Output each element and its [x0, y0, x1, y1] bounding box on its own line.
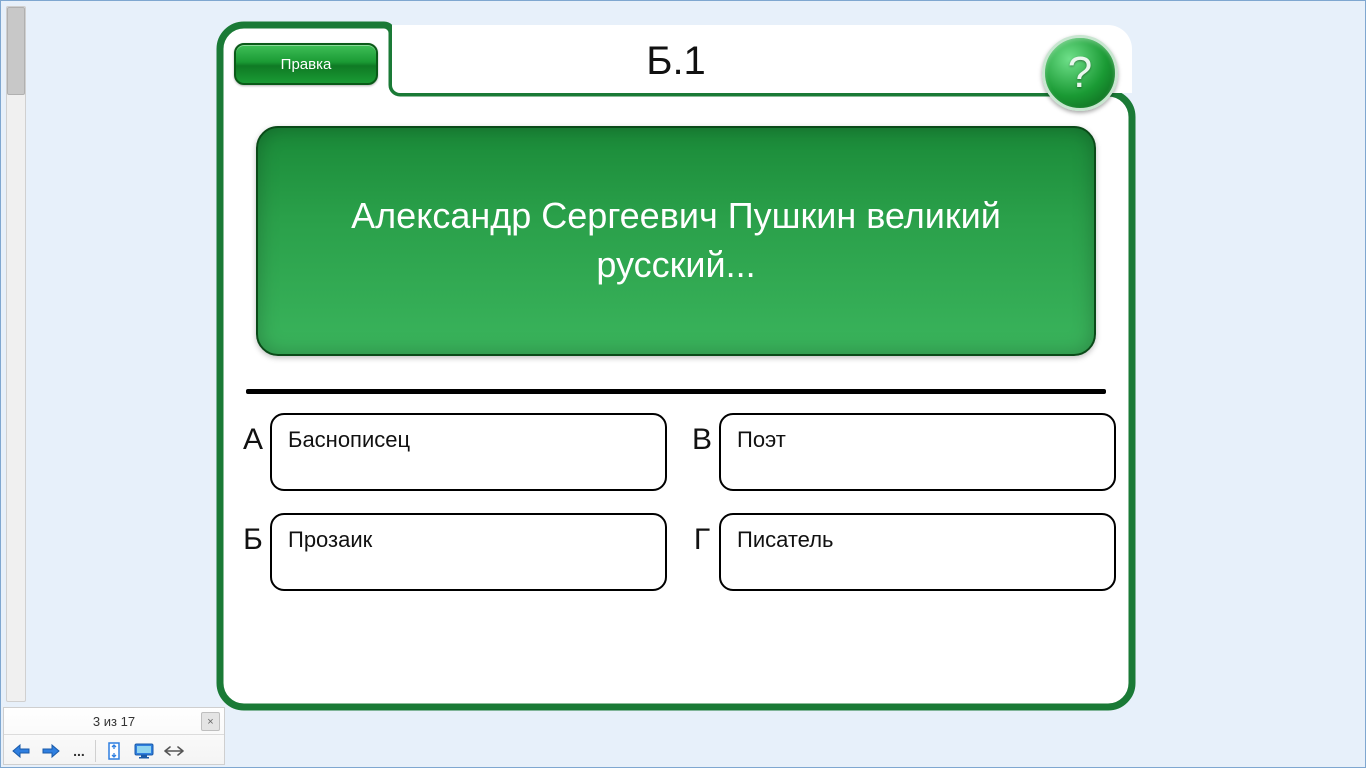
answer-b: Б Прозаик — [236, 513, 667, 591]
answer-text: Прозаик — [288, 527, 372, 552]
close-icon: × — [207, 716, 213, 728]
answer-text: Баснописец — [288, 427, 410, 452]
answer-text: Писатель — [737, 527, 834, 552]
answers-grid: А Баснописец В Поэт Б Прозаик Г — [236, 413, 1116, 613]
answer-a: А Баснописец — [236, 413, 667, 491]
answer-g: Г Писатель — [685, 513, 1116, 591]
question-text: Александр Сергеевич Пушкин великий русск… — [278, 192, 1074, 289]
prev-slide-button[interactable] — [7, 738, 35, 764]
answer-option[interactable]: Прозаик — [270, 513, 667, 591]
toolbar-header: 3 из 17 × — [4, 708, 224, 735]
arrow-left-icon — [11, 743, 31, 759]
toolbar-buttons: ... — [4, 735, 224, 766]
fit-width-button[interactable] — [160, 738, 188, 764]
answer-letter: А — [236, 413, 270, 457]
divider — [246, 389, 1106, 394]
fit-width-icon — [164, 745, 184, 757]
arrow-right-icon — [41, 743, 61, 759]
slide: Правка Б.1 ? Александр Сергеевич Пушкин … — [216, 21, 1136, 711]
scrollbar-thumb[interactable] — [7, 7, 25, 95]
answer-letter: Б — [236, 513, 270, 557]
presentation-mode-button[interactable] — [130, 738, 158, 764]
answer-option[interactable]: Поэт — [719, 413, 1116, 491]
answer-letter: Г — [685, 513, 719, 557]
question-box: Александр Сергеевич Пушкин великий русск… — [256, 126, 1096, 356]
page-indicator: 3 из 17 — [93, 714, 135, 729]
fit-page-button[interactable] — [100, 738, 128, 764]
help-button[interactable]: ? — [1042, 35, 1118, 111]
toolbar-close-button[interactable]: × — [201, 712, 220, 731]
answer-v: В Поэт — [685, 413, 1116, 491]
ellipsis-icon: ... — [73, 743, 85, 759]
answer-option[interactable]: Писатель — [719, 513, 1116, 591]
quiz-card: Правка Б.1 ? Александр Сергеевич Пушкин … — [216, 21, 1136, 711]
question-mark-icon: ? — [1068, 48, 1092, 98]
monitor-icon — [134, 743, 154, 759]
answer-text: Поэт — [737, 427, 786, 452]
toolbar-separator — [95, 740, 96, 762]
more-button[interactable]: ... — [67, 738, 91, 764]
slide-title: Б.1 — [216, 39, 1136, 84]
vertical-scrollbar[interactable] — [6, 6, 26, 702]
next-slide-button[interactable] — [37, 738, 65, 764]
navigation-toolbar: 3 из 17 × ... — [3, 707, 225, 765]
answer-option[interactable]: Баснописец — [270, 413, 667, 491]
answer-letter: В — [685, 413, 719, 457]
fit-page-icon — [105, 742, 123, 760]
app-viewport: Правка Б.1 ? Александр Сергеевич Пушкин … — [0, 0, 1366, 768]
